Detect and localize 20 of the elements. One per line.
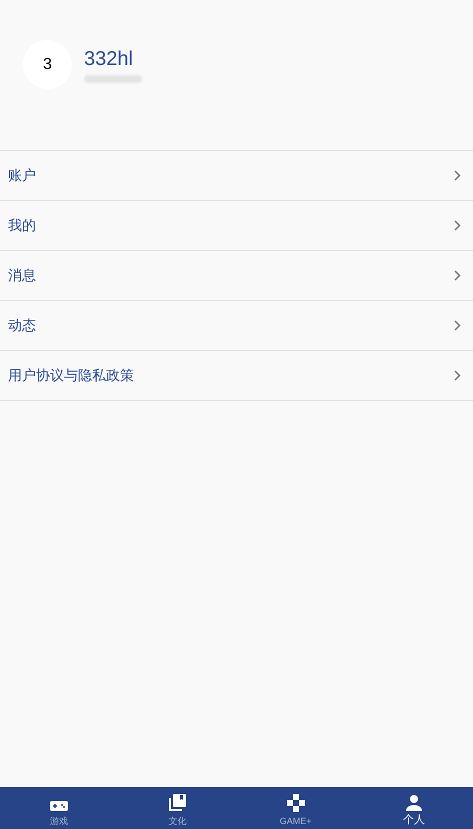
menu-item[interactable]: 用户协议与隐私政策 xyxy=(0,351,473,401)
chevron-right-icon xyxy=(454,220,461,231)
chevron-right-icon xyxy=(454,370,461,381)
menu-item[interactable]: 账户 xyxy=(0,151,473,201)
nav-tab[interactable]: 个人 xyxy=(354,787,473,829)
nav-tab[interactable]: 文化 xyxy=(118,787,236,829)
chevron-right-icon xyxy=(454,170,461,181)
chevron-right-icon xyxy=(454,270,461,281)
dpad-icon xyxy=(286,794,305,812)
nav-tab[interactable]: GAME+ xyxy=(236,787,355,829)
gamepad-icon xyxy=(50,800,68,812)
menu-item[interactable]: 消息 xyxy=(0,251,473,301)
username: 332hl xyxy=(84,46,134,70)
nav-tab[interactable]: 游戏 xyxy=(0,787,118,829)
menu-item[interactable]: 动态 xyxy=(0,301,473,351)
library-icon xyxy=(168,794,186,812)
menu-item[interactable]: 我的 xyxy=(0,201,473,251)
person-icon xyxy=(406,795,422,811)
chevron-right-icon xyxy=(454,320,461,331)
avatar: 3 xyxy=(23,40,72,89)
